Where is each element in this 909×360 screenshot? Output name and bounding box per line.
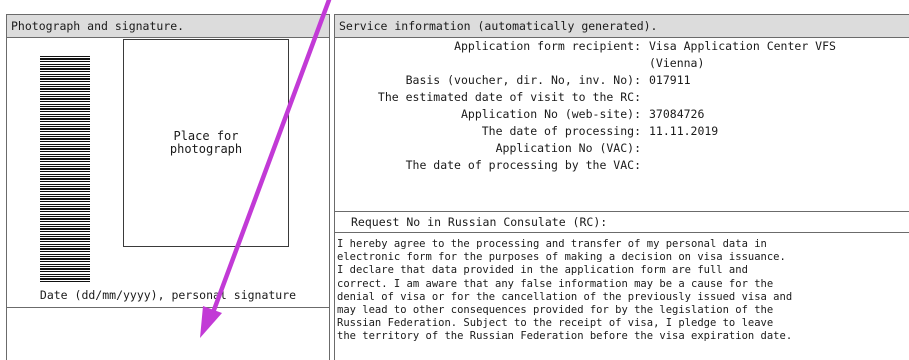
- info-label: The estimated date of visit to the RC:: [377, 90, 641, 104]
- info-value: 017911: [649, 73, 691, 87]
- info-label: Application No (VAC):: [495, 141, 641, 155]
- info-row-processing-date: The date of processing: 11.11.2019: [335, 123, 909, 140]
- info-label: The date of processing:: [481, 124, 641, 138]
- consent-line: electronic form for the purposes of maki…: [337, 251, 786, 264]
- consent-line: the territory of the Russian Federation …: [337, 330, 793, 343]
- consent-line: I declare that data provided in the appl…: [337, 264, 748, 277]
- photo-placeholder-box: Place for photograph: [123, 39, 289, 247]
- photo-signature-header: Photograph and signature.: [7, 15, 329, 38]
- info-row-visit-date: The estimated date of visit to the RC:: [335, 89, 909, 106]
- request-number-row: Request No in Russian Consulate (RC):: [335, 211, 909, 233]
- consent-line: Russian Federation. Subject to the recei…: [337, 317, 774, 330]
- info-value: 37084726: [649, 107, 705, 121]
- photo-placeholder-label: Place for photograph: [169, 129, 243, 156]
- service-info-rows: Application form recipient: Visa Applica…: [335, 38, 909, 174]
- consent-line: denial of visa or for the cancellation o…: [337, 290, 793, 303]
- info-row-basis: Basis (voucher, dir. No, inv. No): 01791…: [335, 72, 909, 89]
- info-row-app-no-vac: Application No (VAC):: [335, 140, 909, 157]
- info-value: Visa Application Center VFS: [649, 39, 836, 53]
- service-info-header: Service information (automatically gener…: [335, 15, 909, 38]
- info-label: Application No (web-site):: [460, 107, 641, 121]
- info-label: Basis (voucher, dir. No, inv. No):: [405, 73, 641, 87]
- visa-form-excerpt: Photograph and signature. Place for phot…: [0, 0, 909, 360]
- info-row-recipient: Application form recipient: Visa Applica…: [335, 38, 909, 55]
- signature-divider: [7, 307, 329, 308]
- consent-line: correct. I am aware that any false infor…: [337, 277, 774, 290]
- info-label: The date of processing by the VAC:: [405, 158, 641, 172]
- info-label: Application form recipient:: [454, 39, 641, 53]
- info-row-recipient-cont: (Vienna): [335, 55, 909, 72]
- consent-text: I hereby agree to the processing and tra…: [337, 238, 909, 344]
- info-row-vac-processing-date: The date of processing by the VAC:: [335, 157, 909, 174]
- consent-line: I hereby agree to the processing and tra…: [337, 238, 767, 250]
- info-value: (Vienna): [649, 56, 705, 70]
- service-info-panel: Service information (automatically gener…: [334, 14, 909, 360]
- info-row-app-no-web: Application No (web-site): 37084726: [335, 106, 909, 123]
- photo-signature-panel: Photograph and signature. Place for phot…: [6, 14, 330, 360]
- barcode-image: [40, 56, 90, 282]
- info-value: 11.11.2019: [649, 124, 719, 138]
- signature-label: Date (dd/mm/yyyy), personal signature: [39, 288, 297, 302]
- consent-line: may lead to other consequences provided …: [337, 303, 774, 316]
